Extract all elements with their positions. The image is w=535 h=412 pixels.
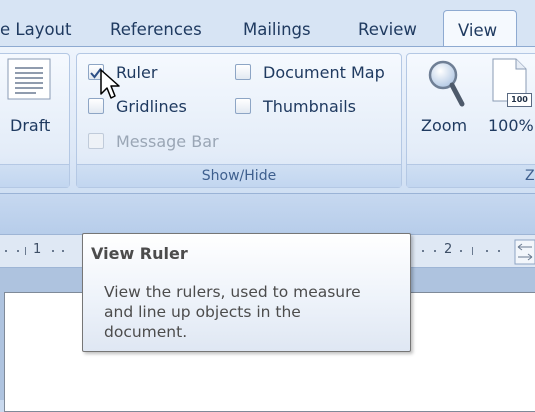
thumbnails-checkbox[interactable]: [235, 98, 251, 114]
tooltip-body: View the rulers, used to measure and lin…: [104, 283, 361, 341]
tab-page-layout[interactable]: e Layout: [0, 20, 72, 39]
ribbon-bottom-strip: [0, 194, 535, 234]
view-ruler-tooltip: View Ruler View the rulers, used to meas…: [82, 233, 411, 352]
ruler-tick-label-2: 2: [444, 242, 453, 257]
group-document-views-caption: [0, 164, 69, 187]
document-map-label[interactable]: Document Map: [263, 63, 385, 82]
hundred-icon-badge: 100: [507, 93, 532, 107]
hundred-percent-button[interactable]: 100: [490, 57, 532, 107]
zoom-group-caption-text: Z: [525, 168, 535, 184]
hundred-percent-label: 100%: [488, 116, 534, 135]
thumbnails-label[interactable]: Thumbnails: [263, 97, 356, 116]
tab-references[interactable]: References: [110, 20, 202, 39]
draft-label: Draft: [10, 116, 51, 135]
zoom-group-caption: Z: [407, 164, 535, 187]
gridlines-label[interactable]: Gridlines: [116, 97, 187, 116]
mouse-pointer-icon: [100, 69, 120, 99]
ribbon-tab-bar: e Layout References Mailings Review View: [0, 0, 535, 48]
message-bar-label: Message Bar: [116, 132, 219, 151]
document-map-checkbox[interactable]: [235, 64, 251, 80]
tab-view-label: View: [458, 21, 498, 40]
tooltip-title: View Ruler: [91, 244, 188, 263]
magnifier-icon: [428, 60, 465, 107]
group-show-hide: Ruler Gridlines Message Bar Document Map…: [76, 53, 402, 188]
tab-review[interactable]: Review: [358, 20, 417, 39]
message-bar-checkbox: [88, 133, 104, 149]
ribbon-panel: Draft Ruler Gridlines Message Bar Docume…: [0, 46, 535, 194]
draft-icon: [7, 58, 51, 100]
zoom-button[interactable]: [424, 57, 468, 111]
show-hide-caption: Show/Hide: [77, 164, 401, 187]
draft-button[interactable]: [6, 57, 52, 103]
tab-mailings[interactable]: Mailings: [243, 20, 311, 39]
zoom-label: Zoom: [421, 116, 468, 135]
ruler-tick-label-1: 1: [33, 242, 42, 257]
tab-view[interactable]: View: [443, 10, 517, 48]
